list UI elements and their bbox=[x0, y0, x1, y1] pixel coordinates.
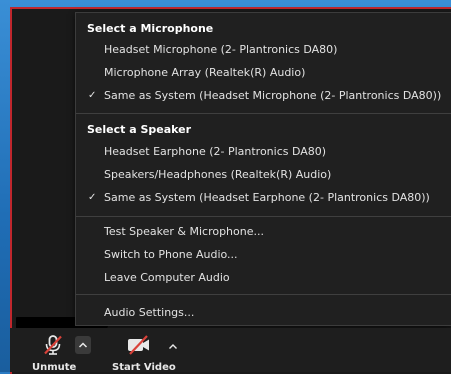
mic-option-array[interactable]: Microphone Array (Realtek(R) Audio) bbox=[76, 63, 451, 83]
audio-options-menu: Select a Microphone Headset Microphone (… bbox=[75, 12, 451, 326]
mic-option-label: Same as System (Headset Microphone (2- P… bbox=[104, 89, 442, 102]
switch-to-phone-audio-item[interactable]: Switch to Phone Audio... bbox=[76, 245, 451, 265]
speaker-section-title: Select a Speaker bbox=[87, 123, 192, 136]
video-camera-off-icon bbox=[128, 335, 149, 355]
mic-option-label: Headset Microphone (2- Plantronics DA80) bbox=[104, 43, 338, 56]
speaker-option-realtek[interactable]: Speakers/Headphones (Realtek(R) Audio) bbox=[76, 165, 451, 185]
menu-action-label: Audio Settings... bbox=[104, 306, 195, 319]
speaker-option-label: Headset Earphone (2- Plantronics DA80) bbox=[104, 145, 327, 158]
menu-divider bbox=[76, 216, 451, 217]
menu-action-label: Test Speaker & Microphone... bbox=[104, 225, 264, 238]
menu-action-label: Switch to Phone Audio... bbox=[104, 248, 238, 261]
start-video-label: Start Video bbox=[112, 362, 176, 373]
unmute-button[interactable]: Unmute bbox=[30, 330, 77, 373]
chevron-up-icon bbox=[169, 344, 177, 349]
checkmark-icon: ✓ bbox=[88, 192, 97, 203]
microphone-section-title: Select a Microphone bbox=[87, 22, 214, 35]
leave-computer-audio-item[interactable]: Leave Computer Audio bbox=[76, 268, 451, 288]
microphone-muted-icon bbox=[44, 335, 62, 355]
mic-option-headset[interactable]: Headset Microphone (2- Plantronics DA80) bbox=[76, 40, 451, 60]
speaker-option-label: Same as System (Headset Earphone (2- Pla… bbox=[104, 191, 430, 204]
unmute-label: Unmute bbox=[32, 362, 77, 373]
mic-option-label: Microphone Array (Realtek(R) Audio) bbox=[104, 66, 306, 79]
speaker-option-label: Speakers/Headphones (Realtek(R) Audio) bbox=[104, 168, 332, 181]
test-speaker-mic-item[interactable]: Test Speaker & Microphone... bbox=[76, 222, 451, 242]
mic-option-same-as-system[interactable]: ✓ Same as System (Headset Microphone (2-… bbox=[76, 86, 451, 106]
speaker-option-same-as-system[interactable]: ✓ Same as System (Headset Earphone (2- P… bbox=[76, 188, 451, 208]
menu-divider bbox=[76, 294, 451, 295]
menu-action-label: Leave Computer Audio bbox=[104, 271, 230, 284]
audio-options-caret-button[interactable] bbox=[75, 336, 91, 354]
speaker-option-headset[interactable]: Headset Earphone (2- Plantronics DA80) bbox=[76, 142, 451, 162]
checkmark-icon: ✓ bbox=[88, 90, 97, 101]
video-options-caret-button[interactable] bbox=[166, 339, 180, 353]
start-video-button[interactable]: Start Video bbox=[108, 330, 176, 373]
menu-divider bbox=[76, 113, 451, 114]
audio-settings-item[interactable]: Audio Settings... bbox=[76, 303, 451, 323]
chevron-up-icon bbox=[78, 342, 88, 348]
